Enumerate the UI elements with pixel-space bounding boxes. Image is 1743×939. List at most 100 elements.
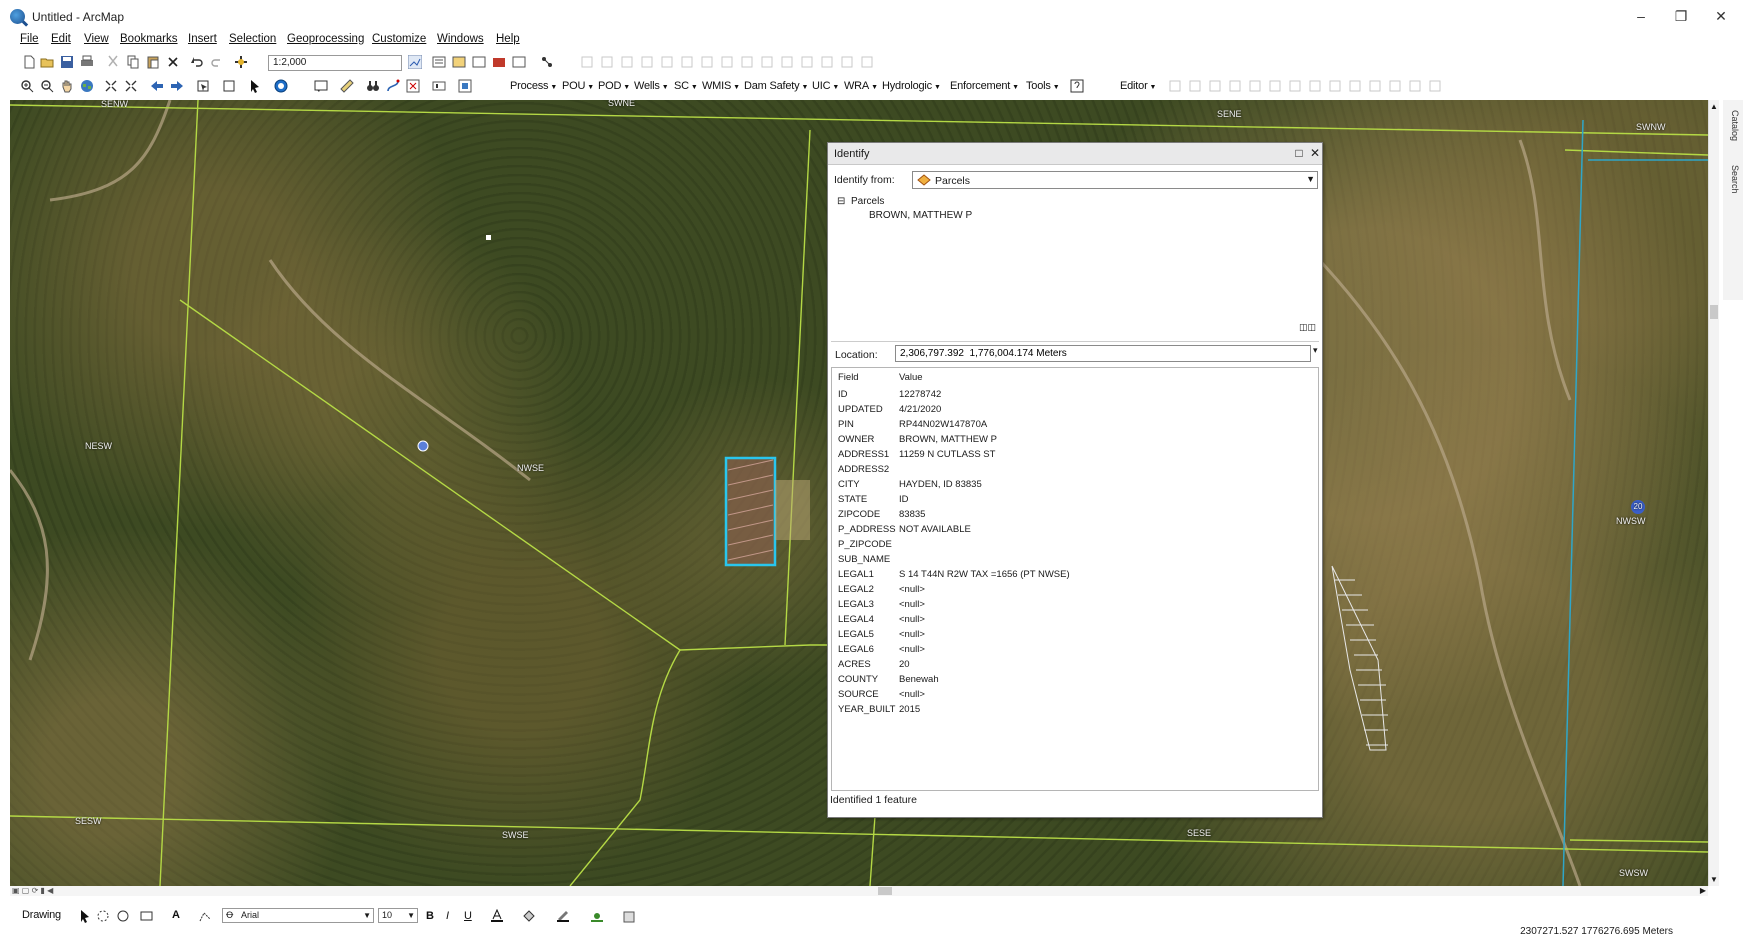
collapse-icon[interactable]: ⊟ [837, 196, 845, 207]
find-binoculars-icon[interactable] [366, 79, 380, 93]
menu-bookmarks[interactable]: Bookmarks [120, 33, 178, 45]
wells-menu[interactable]: Wells ▼ [634, 80, 669, 92]
location-dropdown-icon[interactable]: ▾ [1313, 345, 1318, 356]
restore-button[interactable]: ❐ [1666, 6, 1696, 26]
search-tab[interactable]: Search [1726, 165, 1740, 194]
model-builder-icon[interactable] [540, 55, 554, 69]
scroll-up-icon[interactable]: ▲ [1710, 102, 1718, 111]
rectangle-tool-icon[interactable] [140, 909, 154, 923]
pan-hand-icon[interactable] [60, 79, 74, 93]
font-size-select[interactable]: 10 ▼ [378, 908, 418, 923]
wmis-menu[interactable]: WMIS ▼ [702, 80, 740, 92]
menu-help[interactable]: Help [496, 33, 520, 45]
tree-layer-node[interactable]: Parcels [851, 196, 884, 207]
map-vertical-scrollbar[interactable]: ▲ ▼ [1708, 100, 1719, 886]
chevron-down-icon[interactable]: ▼ [1306, 174, 1315, 184]
save-icon[interactable] [60, 55, 74, 69]
find-route-icon[interactable] [386, 79, 400, 93]
zoom-to-elements-icon[interactable] [116, 909, 130, 923]
fixed-zoom-out-icon[interactable] [124, 79, 138, 93]
print-icon[interactable] [80, 55, 94, 69]
menu-file[interactable]: File [20, 33, 39, 45]
menu-selection[interactable]: Selection [229, 33, 276, 45]
cut-icon[interactable] [106, 55, 120, 69]
select-features-icon[interactable] [196, 79, 210, 93]
menu-insert[interactable]: Insert [188, 33, 217, 45]
full-extent-globe-icon[interactable] [80, 79, 94, 93]
add-data-icon[interactable] [234, 55, 248, 69]
wra-menu[interactable]: WRA ▼ [844, 80, 878, 92]
identify-from-select[interactable]: Parcels ▼ [912, 171, 1318, 189]
scroll-right-icon[interactable]: ▶ [1700, 886, 1706, 895]
menu-edit[interactable]: Edit [51, 33, 71, 45]
sc-menu[interactable]: SC ▼ [674, 80, 698, 92]
redo-icon[interactable] [210, 55, 224, 69]
maximize-icon[interactable]: □ [1292, 146, 1306, 160]
pane-layout-icon[interactable]: ◫◫ [1299, 322, 1316, 333]
drawing-menu[interactable]: Drawing [22, 909, 61, 921]
marker-color-icon[interactable] [590, 909, 604, 923]
line-color-icon[interactable] [556, 909, 570, 923]
map-scale-select[interactable]: 1:2,000 [268, 55, 402, 71]
minimize-button[interactable]: – [1626, 6, 1656, 26]
map-horizontal-scrollbar[interactable]: ▣ ▢ ⟳ ▮ ◀ ▶ [10, 886, 1708, 896]
tools-menu[interactable]: Tools ▼ [1026, 80, 1060, 92]
identify-tool-icon[interactable] [274, 79, 288, 93]
close-button[interactable]: ✕ [1706, 6, 1736, 26]
identify-titlebar[interactable]: Identify □ ✕ [828, 143, 1322, 165]
search-window-icon[interactable] [472, 55, 486, 69]
select-elements-arrow-icon[interactable] [248, 79, 262, 93]
undo-icon[interactable] [190, 55, 204, 69]
layout-view-icons[interactable]: ▣ ▢ ⟳ ▮ ◀ [12, 886, 53, 895]
select-elements-icon[interactable] [78, 909, 92, 923]
arctoolbox-icon[interactable] [492, 55, 506, 69]
process-menu[interactable]: Process ▼ [510, 80, 557, 92]
copy-icon[interactable] [126, 55, 140, 69]
delete-icon[interactable] [166, 55, 180, 69]
help-icon[interactable] [1070, 79, 1084, 93]
dam-safety-menu[interactable]: Dam Safety ▼ [744, 80, 808, 92]
font-family-select[interactable]: Ꝋ Arial ▼ [222, 908, 374, 923]
hscroll-thumb[interactable] [878, 887, 892, 895]
attribute-table[interactable]: Field Value ID 12278742 UPDATED 4/21/2020 … [831, 367, 1319, 791]
menu-customize[interactable]: Customize [372, 33, 426, 45]
scroll-thumb[interactable] [1710, 305, 1718, 319]
zoom-in-icon[interactable] [20, 79, 34, 93]
forward-arrow-icon[interactable] [170, 79, 184, 93]
create-viewer-window-icon[interactable] [458, 79, 472, 93]
edit-vertices-icon[interactable] [198, 909, 212, 923]
catalog-window-icon[interactable] [452, 55, 466, 69]
html-popup-icon[interactable] [314, 79, 328, 93]
go-to-xy-icon[interactable] [406, 79, 420, 93]
python-window-icon[interactable] [512, 55, 526, 69]
paste-icon[interactable] [146, 55, 160, 69]
menu-geoprocessing[interactable]: Geoprocessing [287, 33, 364, 45]
menu-view[interactable]: View [84, 33, 109, 45]
table-of-contents-icon[interactable] [432, 55, 446, 69]
clear-selection-icon[interactable] [222, 79, 236, 93]
pod-menu[interactable]: POD ▼ [598, 80, 630, 92]
time-slider-icon[interactable] [432, 79, 446, 93]
zoom-out-icon[interactable] [40, 79, 54, 93]
fill-color-icon[interactable] [522, 909, 536, 923]
new-document-icon[interactable] [22, 55, 36, 69]
measure-icon[interactable] [340, 79, 354, 93]
italic-button[interactable]: I [446, 910, 449, 922]
rotate-icon[interactable] [96, 909, 110, 923]
hydrologic-menu[interactable]: Hydrologic ▼ [882, 80, 941, 92]
toolbar-options-icon[interactable] [622, 910, 636, 924]
location-field[interactable] [895, 345, 1311, 362]
editor-toolbar-icon[interactable] [408, 55, 422, 69]
uic-menu[interactable]: UIC ▼ [812, 80, 839, 92]
tree-feature-node[interactable]: BROWN, MATTHEW P [869, 210, 972, 221]
fixed-zoom-in-icon[interactable] [104, 79, 118, 93]
underline-button[interactable]: U [464, 910, 472, 922]
catalog-tab[interactable]: Catalog [1726, 110, 1740, 141]
close-icon[interactable]: ✕ [1308, 146, 1322, 160]
bold-button[interactable]: B [426, 910, 434, 922]
scroll-down-icon[interactable]: ▼ [1710, 875, 1718, 884]
menu-windows[interactable]: Windows [437, 33, 484, 45]
editor-menu[interactable]: Editor ▼ [1120, 80, 1156, 92]
enforcement-menu[interactable]: Enforcement ▼ [950, 80, 1019, 92]
text-tool[interactable]: A [172, 909, 180, 921]
